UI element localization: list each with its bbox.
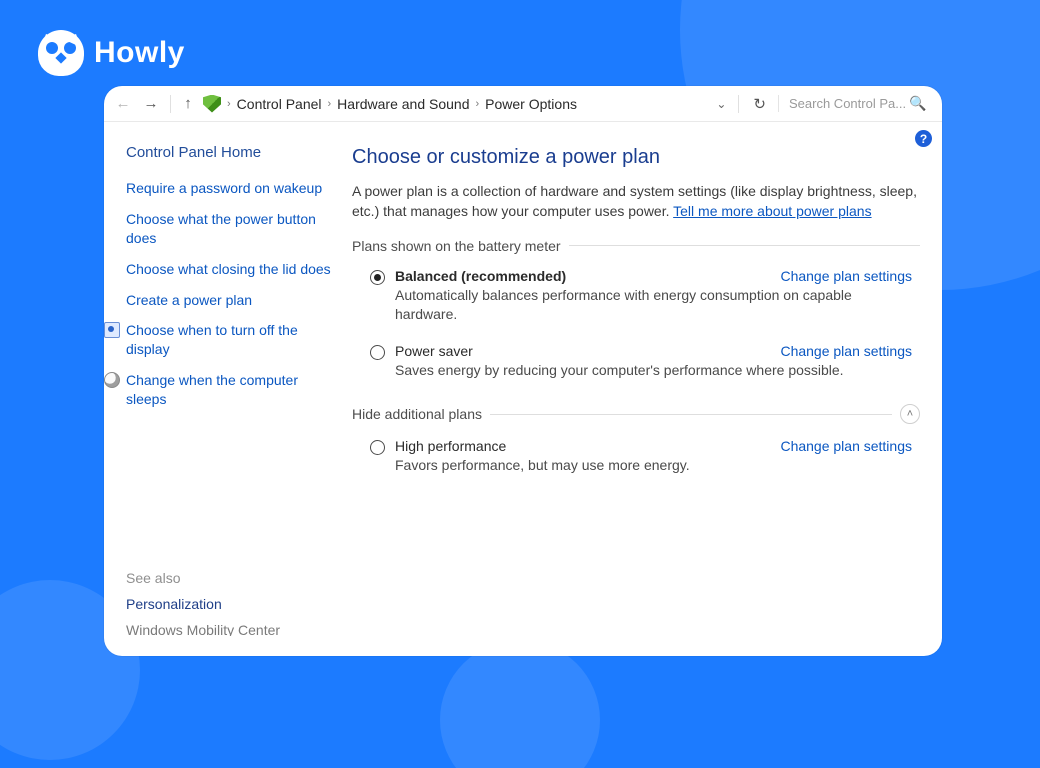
sidebar-item-label: Choose when to turn off the display bbox=[126, 322, 298, 357]
plan-name: Power saver bbox=[395, 343, 473, 359]
separator bbox=[490, 414, 892, 415]
collapse-button[interactable]: ˄ bbox=[900, 404, 920, 424]
sidebar: Control Panel Home Require a password on… bbox=[104, 122, 346, 656]
help-button[interactable]: ? bbox=[915, 130, 932, 147]
section-label-text: Plans shown on the battery meter bbox=[352, 238, 561, 254]
breadcrumb-item[interactable]: Control Panel bbox=[237, 96, 322, 112]
sidebar-item-label: Change when the computer sleeps bbox=[126, 372, 298, 407]
sidebar-link-password-wakeup[interactable]: Require a password on wakeup bbox=[126, 179, 334, 198]
address-dropdown-button[interactable]: ⌄ bbox=[712, 97, 730, 111]
sidebar-link-power-button[interactable]: Choose what the power button does bbox=[126, 210, 334, 248]
separator bbox=[170, 95, 171, 113]
moon-icon bbox=[104, 372, 120, 388]
chevron-right-icon: › bbox=[328, 98, 332, 110]
plan-name: Balanced (recommended) bbox=[395, 268, 566, 284]
section-label-text: Hide additional plans bbox=[352, 406, 482, 422]
sidebar-link-turn-off-display[interactable]: Choose when to turn off the display bbox=[126, 321, 334, 359]
brand-name: Howly bbox=[94, 36, 185, 70]
refresh-button[interactable]: ↻ bbox=[747, 95, 772, 113]
plan-radio[interactable] bbox=[370, 345, 385, 360]
control-panel-home-link[interactable]: Control Panel Home bbox=[126, 144, 334, 161]
search-icon[interactable]: 🔍 bbox=[909, 95, 926, 112]
chevron-right-icon: › bbox=[475, 98, 479, 110]
breadcrumb: Control Panel › Hardware and Sound › Pow… bbox=[237, 96, 577, 112]
search-input[interactable] bbox=[789, 96, 909, 111]
page-title: Choose or customize a power plan bbox=[352, 146, 920, 169]
howly-logo: Howly bbox=[38, 30, 185, 76]
plan-radio[interactable] bbox=[370, 440, 385, 455]
owl-icon bbox=[38, 30, 84, 76]
separator bbox=[569, 245, 920, 246]
sidebar-link-lid-close[interactable]: Choose what closing the lid does bbox=[126, 260, 334, 279]
plan-high-performance: High performance Change plan settings Fa… bbox=[352, 434, 920, 490]
learn-more-link[interactable]: Tell me more about power plans bbox=[673, 203, 871, 219]
sidebar-link-create-plan[interactable]: Create a power plan bbox=[126, 291, 334, 310]
chevron-right-icon: › bbox=[227, 98, 231, 110]
control-panel-window: ← → ↑ › Control Panel › Hardware and Sou… bbox=[104, 86, 942, 656]
see-also-personalization[interactable]: Personalization bbox=[126, 596, 334, 612]
section-battery-plans: Plans shown on the battery meter bbox=[352, 238, 920, 254]
see-also-mobility-center[interactable]: Windows Mobility Center bbox=[126, 622, 334, 636]
plan-power-saver: Power saver Change plan settings Saves e… bbox=[352, 339, 920, 395]
nav-up-button[interactable]: ↑ bbox=[179, 95, 197, 112]
main-content: Choose or customize a power plan A power… bbox=[346, 122, 942, 656]
breadcrumb-item[interactable]: Hardware and Sound bbox=[337, 96, 469, 112]
plan-balanced: Balanced (recommended) Change plan setti… bbox=[352, 264, 920, 339]
see-also-label: See also bbox=[126, 570, 334, 586]
section-additional-plans: Hide additional plans ˄ bbox=[352, 404, 920, 424]
search-box: 🔍 bbox=[778, 95, 934, 112]
plan-description: Favors performance, but may use more ene… bbox=[395, 456, 865, 476]
address-toolbar: ← → ↑ › Control Panel › Hardware and Sou… bbox=[104, 86, 942, 122]
breadcrumb-item[interactable]: Power Options bbox=[485, 96, 577, 112]
change-plan-settings-link[interactable]: Change plan settings bbox=[780, 268, 912, 284]
plan-description: Automatically balances performance with … bbox=[395, 286, 865, 325]
monitor-icon bbox=[104, 322, 120, 338]
intro-text: A power plan is a collection of hardware… bbox=[352, 181, 920, 222]
nav-back-button[interactable]: ← bbox=[112, 95, 134, 112]
change-plan-settings-link[interactable]: Change plan settings bbox=[780, 438, 912, 454]
bg-decoration bbox=[440, 640, 600, 768]
plan-name: High performance bbox=[395, 438, 506, 454]
plan-description: Saves energy by reducing your computer's… bbox=[395, 361, 865, 381]
power-options-icon bbox=[203, 95, 221, 113]
change-plan-settings-link[interactable]: Change plan settings bbox=[780, 343, 912, 359]
plan-radio[interactable] bbox=[370, 270, 385, 285]
sidebar-link-computer-sleeps[interactable]: Change when the computer sleeps bbox=[126, 371, 334, 409]
nav-forward-button[interactable]: → bbox=[140, 95, 162, 112]
separator bbox=[738, 95, 739, 113]
